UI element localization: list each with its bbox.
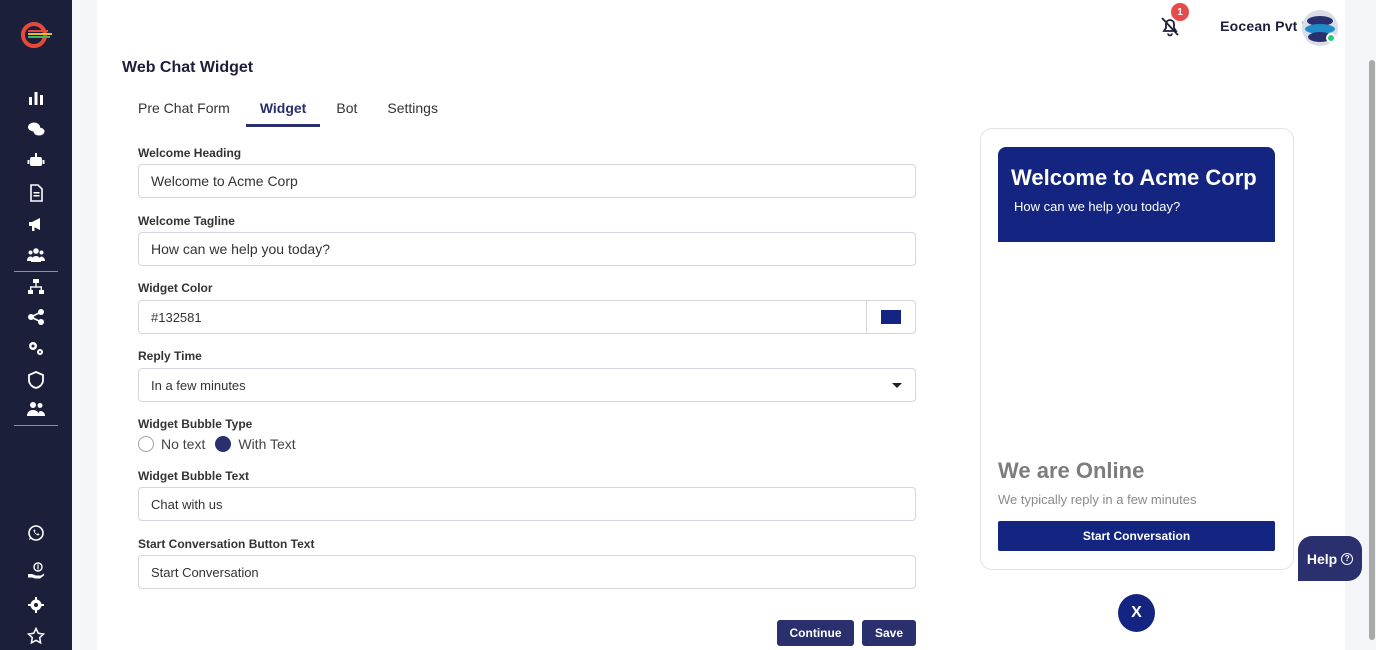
welcome-tagline-input[interactable]: How can we help you today? xyxy=(138,232,916,266)
preview-close-bubble[interactable]: X xyxy=(1118,594,1155,632)
whatsapp-icon[interactable] xyxy=(24,521,48,545)
tab-bar: Pre Chat Form Widget Bot Settings xyxy=(124,94,454,127)
start-button-text-label: Start Conversation Button Text xyxy=(138,537,315,551)
document-icon[interactable] xyxy=(24,181,48,205)
start-button-text-input[interactable]: Start Conversation xyxy=(138,555,916,589)
settings-icon[interactable] xyxy=(24,593,48,617)
shield-icon[interactable] xyxy=(24,368,48,392)
radio-no-text-label: No text xyxy=(161,436,206,452)
color-picker-button[interactable] xyxy=(866,300,916,334)
chevron-down-icon xyxy=(892,383,902,388)
tab-settings[interactable]: Settings xyxy=(373,94,452,127)
welcome-heading-label: Welcome Heading xyxy=(138,146,242,160)
help-label: Help xyxy=(1306,550,1338,567)
billing-icon[interactable] xyxy=(24,558,48,582)
online-status-dot xyxy=(1326,33,1336,43)
widget-color-input[interactable]: #132581 xyxy=(138,300,867,334)
radio-with-text-label: With Text xyxy=(238,436,296,452)
sidebar-divider xyxy=(14,271,58,272)
widget-color-label: Widget Color xyxy=(138,281,213,295)
preview-start-conversation-button[interactable]: Start Conversation xyxy=(998,521,1275,551)
sidebar-divider xyxy=(14,425,58,426)
chats-icon[interactable] xyxy=(24,117,48,141)
continue-button[interactable]: Continue xyxy=(777,620,854,646)
save-button[interactable]: Save xyxy=(862,620,916,646)
app-logo-icon[interactable] xyxy=(20,20,54,50)
megaphone-icon[interactable] xyxy=(24,212,48,236)
preview-tagline: How can we help you today? xyxy=(1014,199,1181,214)
preview-status: We are Online xyxy=(998,458,1145,483)
bubble-type-radio-group: No text With Text xyxy=(138,436,306,452)
page-title: Web Chat Widget xyxy=(122,59,254,76)
team-icon[interactable] xyxy=(24,243,48,267)
bubble-text-label: Widget Bubble Text xyxy=(138,469,249,483)
reply-time-select[interactable]: In a few minutes xyxy=(138,368,916,402)
welcome-heading-input[interactable]: Welcome to Acme Corp xyxy=(138,164,916,198)
tab-widget[interactable]: Widget xyxy=(245,94,321,127)
preview-heading: Welcome to Acme Corp xyxy=(1011,165,1257,190)
help-question-icon: ? xyxy=(1341,552,1354,565)
radio-with-text[interactable] xyxy=(215,436,232,452)
welcome-tagline-label: Welcome Tagline xyxy=(138,214,235,228)
color-swatch xyxy=(881,310,901,324)
preview-header: Welcome to Acme Corp How can we help you… xyxy=(998,147,1275,242)
help-button[interactable]: Help ? xyxy=(1298,536,1362,581)
radio-no-text[interactable] xyxy=(138,436,154,452)
share-icon[interactable] xyxy=(24,305,48,329)
hierarchy-icon[interactable] xyxy=(24,275,48,299)
users-icon[interactable] xyxy=(24,397,48,421)
dashboard-icon[interactable] xyxy=(24,86,48,110)
bot-icon[interactable] xyxy=(24,148,48,172)
reply-time-label: Reply Time xyxy=(138,349,202,363)
sidebar xyxy=(0,0,72,650)
preview-reply-note: We typically reply in a few minutes xyxy=(998,492,1197,507)
scrollbar-thumb[interactable] xyxy=(1369,60,1375,640)
star-icon[interactable] xyxy=(24,624,48,648)
tab-bot[interactable]: Bot xyxy=(322,94,371,127)
bubble-text-input[interactable]: Chat with us xyxy=(138,487,916,521)
bubble-type-label: Widget Bubble Type xyxy=(138,417,253,431)
notification-badge: 1 xyxy=(1171,3,1189,21)
tab-pre-chat-form[interactable]: Pre Chat Form xyxy=(124,94,244,127)
settings-gears-icon[interactable] xyxy=(24,336,48,360)
